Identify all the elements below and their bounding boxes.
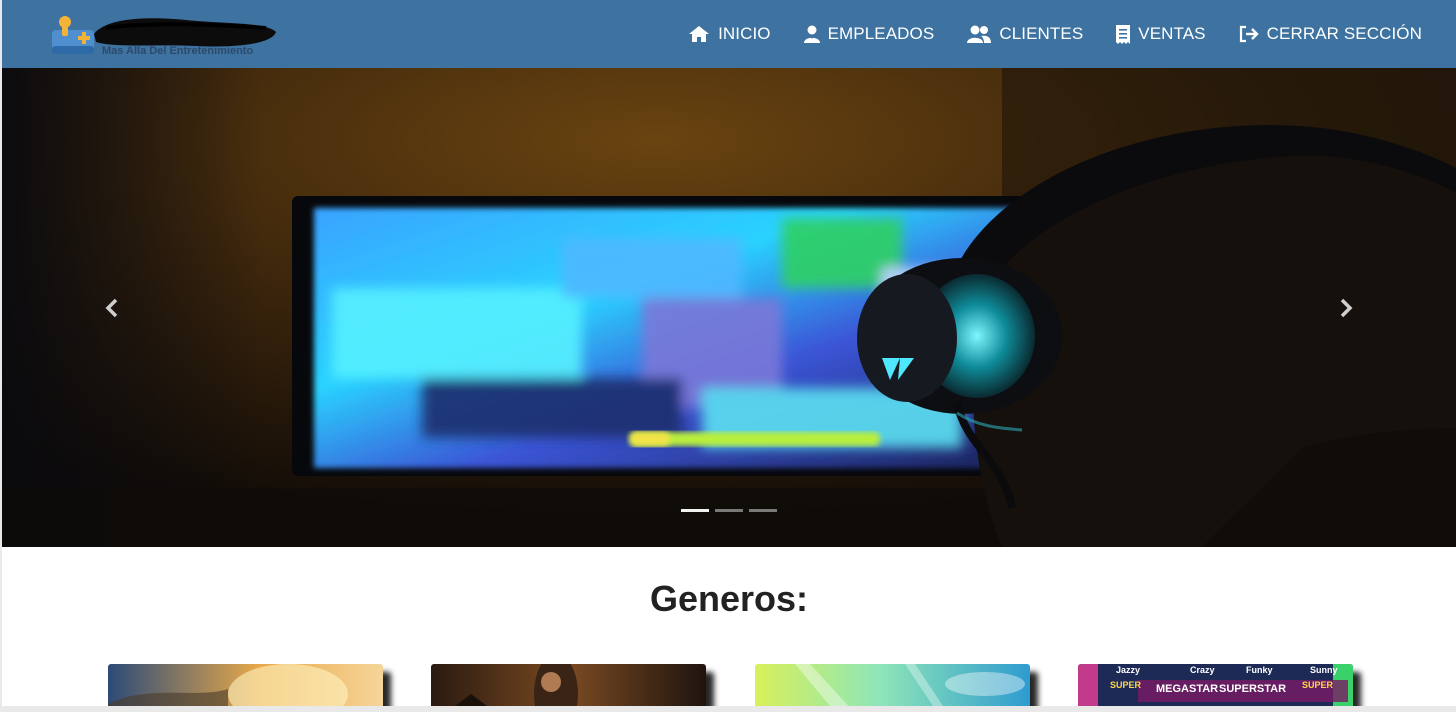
genre-card-image [108,664,383,706]
genre-card-label: SUPER [1110,680,1142,690]
genre-card-label: MEGASTAR [1156,683,1219,695]
carousel-indicators [2,509,1456,512]
genre-card-1[interactable] [108,664,383,706]
genre-card-image [755,664,1030,706]
genre-card-3[interactable] [755,664,1030,706]
nav-item-label: CLIENTES [999,24,1084,43]
nav-item-cerrar-seccion[interactable]: CERRAR SECCIÓN [1239,24,1422,44]
brand-tagline: Mas Alla Del Entretenimiento [102,45,254,57]
chevron-left-icon [105,298,118,318]
carousel-indicator-3[interactable] [749,509,777,512]
carousel-slide-image [2,68,1456,547]
sign-out-icon [1239,25,1259,43]
carousel-prev-button[interactable] [92,288,132,328]
nav-item-ventas[interactable]: VENTAS [1116,24,1206,44]
carousel-indicator-2[interactable] [715,509,743,512]
main-nav: INICIO EMPLEADOS CLIENTES VENTAS CERRAR … [655,0,1422,68]
genre-card-label: Crazy [1190,665,1215,675]
chevron-right-icon [1340,298,1353,318]
user-icon [803,25,820,43]
genre-card-label: SUPERSTAR [1219,683,1287,695]
nav-item-label: CERRAR SECCIÓN [1266,24,1422,43]
viewport-bottom-edge [0,706,1456,712]
nav-item-label: EMPLEADOS [827,24,935,43]
genre-card-image [431,664,706,706]
genre-card-2[interactable] [431,664,706,706]
genres-title: Generos: [649,578,809,619]
receipt-icon [1116,24,1131,44]
carousel-next-button[interactable] [1326,288,1366,328]
nav-item-empleados[interactable]: EMPLEADOS [803,24,935,44]
nav-item-label: INICIO [718,24,771,43]
users-icon [967,25,992,43]
page: Mas Alla Del Entretenimiento INICIO EMPL… [2,0,1456,706]
genre-card-label: Funky [1246,665,1273,675]
hero-carousel [2,68,1456,547]
genre-card-label: Sunny [1310,665,1338,675]
navbar: Mas Alla Del Entretenimiento INICIO EMPL… [2,0,1456,68]
genre-card-4[interactable]: Jazzy Crazy Funky Sunny SUPER MEGASTAR S… [1078,664,1353,706]
genre-card-label: SUPER [1302,680,1334,690]
nav-item-clientes[interactable]: CLIENTES [967,24,1083,44]
carousel-indicator-1[interactable] [681,509,709,512]
genre-card-label: Jazzy [1116,665,1141,675]
home-icon [689,26,710,42]
brand-logo[interactable]: Mas Alla Del Entretenimiento [50,12,280,62]
nav-item-label: VENTAS [1138,24,1206,43]
nav-item-inicio[interactable]: INICIO [688,24,771,44]
